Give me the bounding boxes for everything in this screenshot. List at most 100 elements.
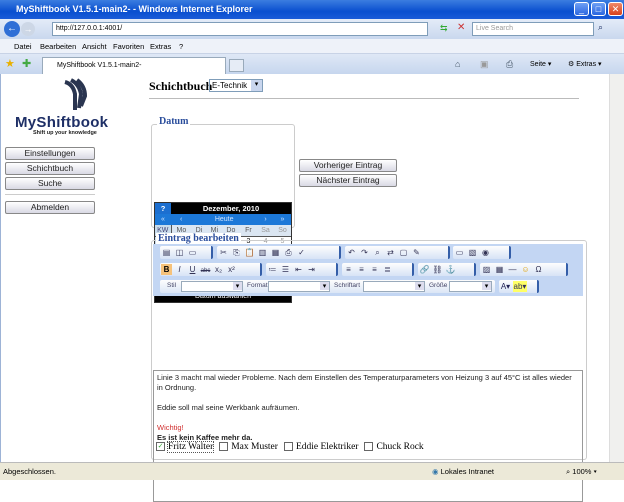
redo-icon[interactable]: ↷ bbox=[359, 247, 370, 258]
select-all-icon[interactable]: ▢ bbox=[398, 247, 409, 258]
minimize-button[interactable]: _ bbox=[574, 2, 589, 16]
special-char-icon[interactable]: Ω bbox=[533, 264, 544, 275]
cut-icon[interactable]: ✂ bbox=[218, 247, 229, 258]
page-menu[interactable]: Seite ▾ bbox=[530, 60, 551, 68]
prev-year-button[interactable]: « bbox=[155, 214, 171, 225]
next-month-button[interactable]: › bbox=[257, 214, 274, 225]
paste-word-icon[interactable]: ▦ bbox=[270, 247, 281, 258]
logout-button[interactable]: Abmelden bbox=[5, 201, 95, 214]
text-color-icon[interactable]: A▾ bbox=[500, 281, 511, 292]
prev-month-button[interactable]: ‹ bbox=[171, 214, 191, 225]
flash-icon[interactable]: ◉ bbox=[480, 247, 491, 258]
person-checkbox[interactable]: Eddie Elektriker bbox=[283, 442, 358, 452]
italic-icon[interactable]: I bbox=[174, 264, 185, 275]
horizontal-rule-icon[interactable]: ― bbox=[507, 264, 518, 275]
align-left-icon[interactable]: ≡ bbox=[343, 264, 354, 275]
checkbox[interactable] bbox=[364, 442, 374, 452]
underline-icon[interactable]: U bbox=[187, 264, 198, 275]
feeds-icon[interactable]: ▣ bbox=[480, 59, 489, 70]
bold-icon[interactable]: B bbox=[161, 264, 172, 275]
chevron-down-icon: ▾ bbox=[415, 282, 424, 290]
url-input[interactable]: http://127.0.0.1:4001/ bbox=[52, 22, 428, 36]
shiftbook-button[interactable]: Schichtbuch bbox=[5, 162, 95, 175]
paste-text-icon[interactable]: ▥ bbox=[257, 247, 268, 258]
find-icon[interactable]: ⌕ bbox=[372, 247, 383, 258]
logo-slogan: Shift up your knowledge bbox=[33, 130, 97, 136]
outdent-icon[interactable]: ⇤ bbox=[293, 264, 304, 275]
favorites-star-icon[interactable]: ★ bbox=[5, 57, 15, 70]
close-button[interactable]: ✕ bbox=[608, 2, 623, 16]
source-icon[interactable]: ▧ bbox=[467, 247, 478, 258]
align-right-icon[interactable]: ≡ bbox=[369, 264, 380, 275]
new-tab-button[interactable] bbox=[229, 59, 244, 72]
remove-format-icon[interactable]: ✎ bbox=[411, 247, 422, 258]
menu-bearbeiten[interactable]: Bearbeiten bbox=[40, 42, 76, 51]
style-select[interactable]: ▾ bbox=[181, 281, 243, 292]
print-icon[interactable]: ⎙ bbox=[506, 59, 513, 70]
replace-icon[interactable]: ⇄ bbox=[385, 247, 396, 258]
subscript-icon[interactable]: x₂ bbox=[213, 264, 224, 275]
background-color-icon[interactable]: ab▾ bbox=[513, 281, 527, 292]
anchor-icon[interactable]: ⚓ bbox=[445, 264, 456, 275]
search-button[interactable]: Suche bbox=[5, 177, 95, 190]
checkbox[interactable]: ✓ bbox=[156, 442, 165, 452]
copy-icon[interactable]: ⎘ bbox=[231, 247, 242, 258]
align-center-icon[interactable]: ≡ bbox=[356, 264, 367, 275]
previous-entry-button[interactable]: Vorheriger Eintrag bbox=[299, 159, 397, 172]
unlink-icon[interactable]: ⛓ bbox=[432, 264, 443, 275]
stop-icon[interactable]: ✕ bbox=[457, 22, 465, 33]
indent-icon[interactable]: ⇥ bbox=[306, 264, 317, 275]
link-icon[interactable]: 🔗 bbox=[419, 264, 430, 275]
home-icon[interactable]: ⌂ bbox=[455, 59, 460, 69]
today-button[interactable]: Heute bbox=[191, 214, 257, 225]
menu-extras[interactable]: Extras bbox=[150, 42, 171, 51]
checkbox[interactable] bbox=[283, 442, 293, 452]
next-entry-button[interactable]: Nächster Eintrag bbox=[299, 174, 397, 187]
justify-icon[interactable]: ≣ bbox=[382, 264, 393, 275]
page-title: Schichtbuch bbox=[149, 79, 213, 93]
person-checkbox[interactable]: Max Muster bbox=[219, 442, 278, 452]
undo-icon[interactable]: ↶ bbox=[346, 247, 357, 258]
superscript-icon[interactable]: x² bbox=[226, 264, 237, 275]
book-select[interactable]: E-Technik ▾ bbox=[209, 79, 263, 92]
tools-menu[interactable]: ⚙ Extras ▾ bbox=[568, 60, 602, 68]
maximize-button[interactable]: □ bbox=[591, 2, 606, 16]
bullet-list-icon[interactable]: ☰ bbox=[280, 264, 291, 275]
menu-help[interactable]: ? bbox=[179, 42, 183, 51]
calendar-help[interactable]: ? bbox=[155, 203, 171, 214]
person-checkbox[interactable]: ✓ Fritz Walter bbox=[156, 441, 215, 453]
preview-icon[interactable]: ◫ bbox=[174, 247, 185, 258]
ordered-list-icon[interactable]: ≔ bbox=[267, 264, 278, 275]
search-input[interactable]: Live Search bbox=[472, 22, 594, 36]
templates-icon[interactable]: ▭ bbox=[187, 247, 198, 258]
person-checkbox[interactable]: Chuck Rock bbox=[364, 442, 424, 452]
image-icon[interactable]: ▨ bbox=[481, 264, 492, 275]
scrollbar[interactable] bbox=[609, 74, 624, 462]
forward-icon[interactable]: → bbox=[21, 22, 35, 36]
form-icon[interactable]: ▭ bbox=[454, 247, 465, 258]
smiley-icon[interactable]: ☺ bbox=[520, 264, 531, 275]
back-icon[interactable]: ← bbox=[4, 21, 20, 37]
add-favorite-icon[interactable]: ✚ bbox=[22, 57, 31, 70]
refresh-icon[interactable]: ⇆ bbox=[440, 23, 448, 34]
chevron-down-icon: ▾ bbox=[233, 282, 242, 290]
settings-button[interactable]: Einstellungen bbox=[5, 147, 95, 160]
menu-favoriten[interactable]: Favoriten bbox=[113, 42, 144, 51]
zoom-control[interactable]: ⌕ 100% ▾ bbox=[566, 467, 597, 477]
font-select[interactable]: ▾ bbox=[363, 281, 425, 292]
menu-datei[interactable]: Datei bbox=[14, 42, 32, 51]
search-icon[interactable]: ⌕ bbox=[598, 22, 603, 33]
print-icon[interactable]: ⎙ bbox=[283, 247, 294, 258]
strike-icon[interactable]: abc bbox=[200, 266, 211, 277]
spellcheck-icon[interactable]: ✓ bbox=[296, 247, 307, 258]
size-select[interactable]: ▾ bbox=[449, 281, 492, 292]
editor-content[interactable]: Linie 3 macht mal wieder Probleme. Nach … bbox=[153, 370, 583, 502]
format-select[interactable]: ▾ bbox=[268, 281, 330, 292]
next-year-button[interactable]: » bbox=[274, 214, 291, 225]
tab-myshiftbook[interactable]: MyShiftbook V1.5.1-main2- bbox=[42, 57, 226, 74]
save-icon[interactable]: ▤ bbox=[161, 247, 172, 258]
menu-ansicht[interactable]: Ansicht bbox=[82, 42, 107, 51]
checkbox[interactable] bbox=[219, 442, 229, 452]
table-icon[interactable]: ▦ bbox=[494, 264, 505, 275]
paste-icon[interactable]: 📋 bbox=[244, 247, 255, 258]
